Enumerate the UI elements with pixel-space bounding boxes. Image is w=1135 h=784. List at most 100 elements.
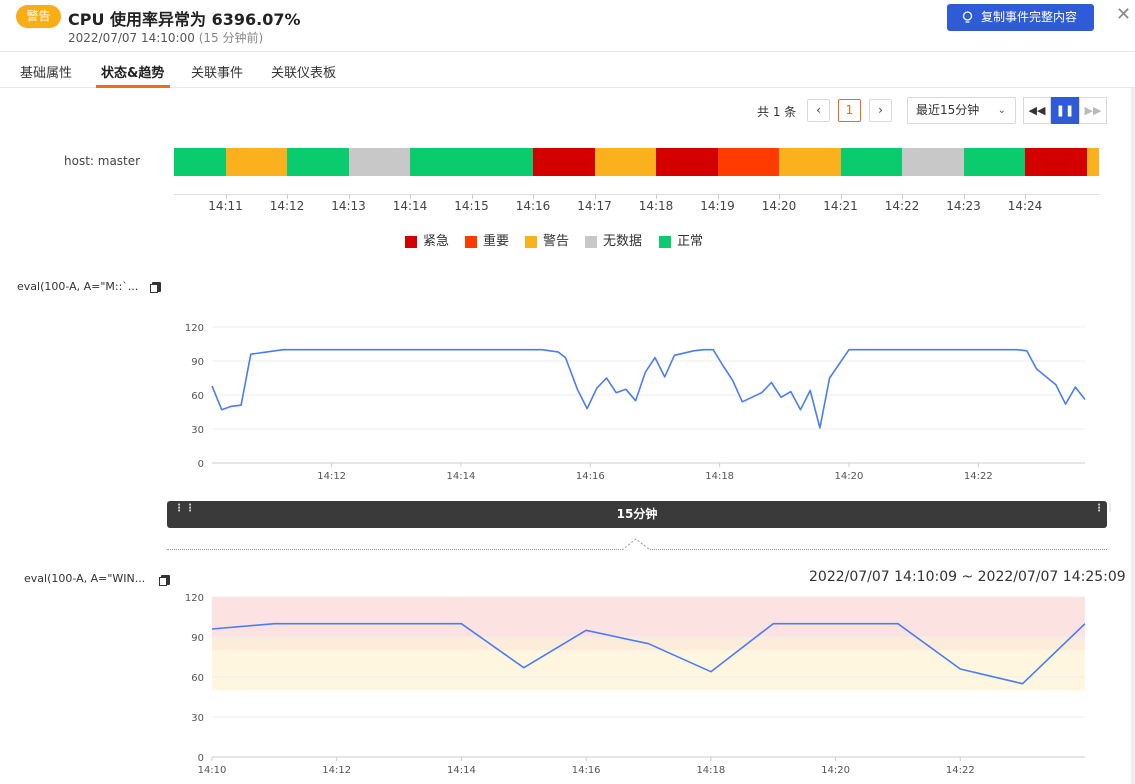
threshold-band bbox=[212, 650, 1085, 691]
status-axis-label: 14:15 bbox=[454, 199, 489, 213]
y-tick-label: 30 bbox=[191, 713, 204, 724]
copy-event-label: 复制事件完整内容 bbox=[981, 10, 1078, 24]
x-tick-label: 14:12 bbox=[317, 471, 346, 482]
legend-label: 无数据 bbox=[603, 234, 643, 249]
status-axis-label: 14:16 bbox=[515, 199, 551, 213]
y-tick-label: 30 bbox=[191, 425, 204, 436]
legend-item[interactable]: 重要 bbox=[465, 234, 509, 250]
status-segment bbox=[779, 148, 841, 176]
x-tick-label: 14:18 bbox=[705, 471, 734, 482]
brush-right-handle[interactable]: ⋮⋮ bbox=[1094, 504, 1115, 522]
rewind-button[interactable]: ◀◀ bbox=[1023, 97, 1051, 124]
page-1-button[interactable]: 1 bbox=[838, 99, 861, 122]
copy-icon[interactable] bbox=[159, 575, 170, 586]
y-tick-label: 60 bbox=[191, 673, 204, 684]
x-tick-label: 14:18 bbox=[696, 765, 725, 776]
forward-button[interactable]: ▶▶ bbox=[1079, 97, 1107, 124]
metric-1-label: eval(100-A, A="M::`... bbox=[17, 280, 138, 293]
status-segment bbox=[174, 148, 226, 176]
pause-button[interactable]: ❚❚ bbox=[1051, 97, 1079, 124]
scrollbar[interactable] bbox=[1131, 88, 1135, 784]
legend-swatch bbox=[585, 236, 597, 248]
x-tick-label: 14:16 bbox=[576, 471, 605, 482]
legend-swatch bbox=[465, 236, 477, 248]
brush-label: 15分钟 bbox=[616, 507, 658, 521]
status-segment bbox=[594, 148, 656, 176]
legend-item[interactable]: 正常 bbox=[659, 234, 703, 250]
chevron-down-icon: ⌄ bbox=[997, 105, 1006, 116]
legend-item[interactable]: 警告 bbox=[525, 234, 569, 250]
status-segment bbox=[717, 148, 779, 176]
prev-page-button[interactable]: ‹ bbox=[807, 99, 830, 122]
event-relative-time: (15 分钟前) bbox=[198, 31, 264, 45]
time-brush[interactable]: ⋮⋮ 15分钟 ⋮⋮ bbox=[167, 501, 1115, 528]
status-segment bbox=[287, 148, 349, 176]
status-segment bbox=[1086, 148, 1099, 176]
total-count: 共 1 条 bbox=[757, 105, 797, 119]
x-tick-label: 14:12 bbox=[322, 765, 351, 776]
tab-related-dashboards[interactable]: 关联仪表板 bbox=[271, 62, 336, 81]
threshold-band bbox=[212, 597, 1085, 637]
brush-left-handle[interactable]: ⋮⋮ bbox=[174, 504, 195, 522]
status-axis-label: 14:18 bbox=[638, 199, 674, 213]
tab-basic-attributes[interactable]: 基础属性 bbox=[20, 62, 72, 81]
time-range-select[interactable]: 最近15分钟 ⌄ bbox=[907, 97, 1016, 124]
status-segment bbox=[533, 148, 595, 176]
time-range-value: 最近15分钟 bbox=[916, 103, 980, 117]
selected-range-text: 2022/07/07 14:10:09 ~ 2022/07/07 14:25:0… bbox=[809, 569, 1126, 585]
status-timeline bbox=[174, 148, 1099, 176]
tab-bar: 基础属性 状态&趋势 关联事件 关联仪表板 bbox=[0, 52, 1135, 88]
tab-status-trend[interactable]: 状态&趋势 bbox=[101, 62, 164, 81]
status-segment bbox=[840, 148, 902, 176]
status-axis-label: 14:13 bbox=[331, 199, 366, 213]
legend-swatch bbox=[405, 236, 417, 248]
status-segment bbox=[1025, 148, 1087, 176]
x-tick-label: 14:14 bbox=[447, 471, 476, 482]
legend-item[interactable]: 紧急 bbox=[405, 234, 449, 250]
metric-1-chart: 0 30 60 90 120 14:12 14:14 14:16 14:18 14:20 14:22 bbox=[185, 323, 1086, 482]
status-axis-label: 14:21 bbox=[823, 199, 858, 213]
x-tick-label: 14:20 bbox=[821, 765, 850, 776]
metric-2-chart: 0 30 60 90 120 14:10 14:12 14:14 14:16 14:18 14:20… bbox=[185, 593, 1086, 776]
status-axis-label: 14:12 bbox=[269, 199, 305, 213]
status-legend: 紧急 重要 警告 无数据 正常 bbox=[0, 234, 1135, 252]
close-icon[interactable]: ✕ bbox=[1116, 4, 1131, 26]
legend-label: 紧急 bbox=[423, 234, 450, 249]
event-timestamp: 2022/07/07 14:10:00 bbox=[68, 31, 195, 45]
x-tick-label: 14:22 bbox=[946, 765, 975, 776]
x-tick-label: 14:14 bbox=[447, 765, 476, 776]
legend-label: 警告 bbox=[543, 234, 570, 249]
x-tick-label: 14:20 bbox=[835, 471, 864, 482]
legend-swatch bbox=[525, 236, 537, 248]
y-tick-label: 60 bbox=[191, 391, 204, 402]
status-axis-label: 14:19 bbox=[700, 199, 735, 213]
y-tick-label: 0 bbox=[198, 753, 204, 764]
status-segment bbox=[963, 148, 1025, 176]
status-segment bbox=[348, 148, 410, 176]
severity-badge: 警告 bbox=[16, 5, 61, 28]
x-tick-label: 14:16 bbox=[572, 765, 601, 776]
status-axis-label: 14:14 bbox=[392, 199, 428, 213]
legend-label: 正常 bbox=[677, 234, 704, 249]
next-page-button[interactable]: › bbox=[869, 99, 892, 122]
status-axis bbox=[174, 194, 1099, 195]
legend-item[interactable]: 无数据 bbox=[585, 234, 642, 250]
tab-related-events[interactable]: 关联事件 bbox=[191, 62, 243, 81]
copy-event-button[interactable]: 复制事件完整内容 bbox=[947, 4, 1094, 31]
metric-2-label: eval(100-A, A="WIN... bbox=[24, 572, 145, 585]
status-segment bbox=[902, 148, 964, 176]
y-tick-label: 90 bbox=[191, 357, 204, 368]
bulb-icon bbox=[962, 11, 973, 23]
status-axis-label: 14:22 bbox=[884, 199, 920, 213]
y-tick-label: 120 bbox=[185, 593, 204, 604]
copy-icon[interactable] bbox=[150, 282, 161, 293]
y-tick-label: 120 bbox=[185, 323, 204, 334]
x-tick-label: 14:22 bbox=[964, 471, 993, 482]
metric-1-name: eval(100-A, A="M::`... bbox=[17, 280, 139, 293]
legend-swatch bbox=[659, 236, 671, 248]
metric-2-name: eval(100-A, A="WIN... bbox=[24, 572, 146, 585]
status-segment bbox=[656, 148, 718, 176]
status-axis-label: 14:17 bbox=[577, 199, 612, 213]
x-tick-label: 14:10 bbox=[198, 765, 227, 776]
status-segment bbox=[410, 148, 472, 176]
